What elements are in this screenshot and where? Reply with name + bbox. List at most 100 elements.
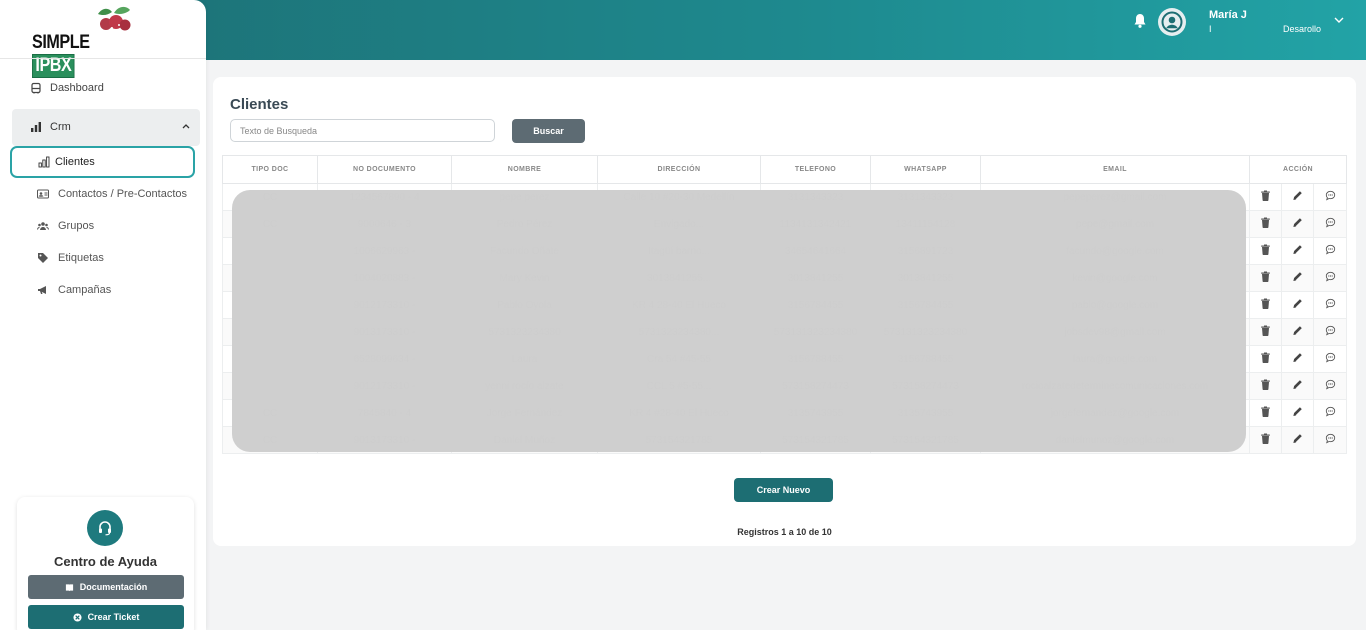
pencil-icon[interactable] [1292,326,1303,339]
pencil-action[interactable] [1281,345,1314,373]
help-icon-circle [87,510,123,546]
pencil-icon[interactable] [1292,272,1303,285]
pencil-action[interactable] [1281,264,1314,292]
documentation-button[interactable]: Documentación [28,575,184,599]
page-title: Clientes [230,96,289,113]
trash-icon[interactable] [1260,190,1271,204]
trash-action[interactable] [1249,264,1282,292]
chat-icon[interactable] [1325,379,1336,393]
chat-icon[interactable] [1325,190,1336,204]
ticket-cross-icon [73,612,82,622]
help-title: Centro de Ayuda [53,554,158,569]
chat-action[interactable] [1312,318,1348,346]
column-header[interactable]: DIRECCIÓN [597,155,761,184]
pencil-action[interactable] [1281,426,1314,454]
chat-icon[interactable] [1325,271,1336,285]
headset-icon [99,521,111,536]
chat-action[interactable] [1312,291,1348,319]
pencil-icon[interactable] [1292,191,1303,204]
trash-action[interactable] [1249,318,1282,346]
trash-icon[interactable] [1260,217,1271,231]
chat-icon[interactable] [1325,406,1336,420]
search-button[interactable]: Buscar [512,119,585,143]
column-header[interactable]: EMAIL [980,155,1250,184]
chat-action[interactable] [1312,345,1348,373]
pencil-icon[interactable] [1292,218,1303,231]
trash-icon[interactable] [1260,352,1271,366]
pencil-action[interactable] [1281,237,1314,265]
sidebar-item-dashboard[interactable]: Dashboard [30,82,104,94]
sidebar-item-etiquetas[interactable]: Etiquetas [37,252,104,264]
trash-action[interactable] [1249,237,1282,265]
chat-action[interactable] [1312,183,1348,211]
trash-icon[interactable] [1260,244,1271,258]
pencil-icon[interactable] [1292,380,1303,393]
chat-icon[interactable] [1325,433,1336,447]
create-new-button[interactable]: Crear Nuevo [734,478,833,502]
sidebar-item-campanas[interactable]: Campañas [37,284,111,296]
user-avatar-icon [1161,11,1183,33]
chat-icon[interactable] [1325,217,1336,231]
pencil-icon[interactable] [1292,245,1303,258]
column-header[interactable]: TIPO DOC [222,155,318,184]
column-header[interactable]: TELEFONO [760,155,871,184]
pencil-action[interactable] [1281,318,1314,346]
trash-action[interactable] [1249,210,1282,238]
user-role: Desarollo [1283,24,1322,34]
pencil-icon[interactable] [1292,434,1303,447]
column-header[interactable]: NO DOCUMENTO [317,155,452,184]
trash-action[interactable] [1249,399,1282,427]
chat-action[interactable] [1312,264,1348,292]
chat-icon[interactable] [1325,352,1336,366]
pencil-action[interactable] [1281,183,1314,211]
trash-action[interactable] [1249,372,1282,400]
sidebar-item-grupos[interactable]: Grupos [37,220,94,232]
sidebar-group-crm[interactable]: Crm [12,109,200,146]
trash-icon[interactable] [1260,325,1271,339]
chat-action[interactable] [1312,237,1348,265]
bell-icon[interactable] [1133,13,1147,29]
megaphone-icon [38,286,46,294]
chat-icon[interactable] [1325,244,1336,258]
column-header[interactable]: NOMBRE [451,155,598,184]
pencil-icon[interactable] [1292,407,1303,420]
redaction-overlay [232,190,1246,452]
trash-icon[interactable] [1260,406,1271,420]
column-header[interactable]: WHATSAPP [870,155,981,184]
chat-icon[interactable] [1325,325,1336,339]
chevron-up-icon[interactable] [182,123,190,129]
chat-action[interactable] [1312,372,1348,400]
pencil-action[interactable] [1281,291,1314,319]
sidebar-item-contactos[interactable]: Contactos / Pre-Contactos [37,188,187,200]
trash-action[interactable] [1249,183,1282,211]
chevron-down-icon[interactable] [1333,15,1345,25]
logo[interactable]: SIMPLEIPBX [28,4,148,78]
logo-text: SIMPLEIPBX [32,32,131,78]
sidebar-item-clientes[interactable]: Clientes [10,146,195,178]
search-input[interactable] [230,119,495,142]
trash-action[interactable] [1249,345,1282,373]
trash-icon[interactable] [1260,433,1271,447]
pencil-icon[interactable] [1292,353,1303,366]
chat-icon[interactable] [1325,298,1336,312]
logo-word: SIMPLE [32,32,90,53]
trash-icon[interactable] [1260,271,1271,285]
chat-action[interactable] [1312,426,1348,454]
pencil-action[interactable] [1281,210,1314,238]
chat-action[interactable] [1312,210,1348,238]
pencil-icon[interactable] [1292,299,1303,312]
create-ticket-button[interactable]: Crear Ticket [28,605,184,629]
trash-action[interactable] [1249,426,1282,454]
user-avatar[interactable] [1158,8,1186,36]
trash-icon[interactable] [1260,379,1271,393]
sidebar-item-label: Dashboard [50,82,104,94]
chat-action[interactable] [1312,399,1348,427]
user-name[interactable]: María J [1209,9,1247,21]
pencil-action[interactable] [1281,372,1314,400]
documentation-label: Documentación [79,582,148,592]
trash-action[interactable] [1249,291,1282,319]
trash-icon[interactable] [1260,298,1271,312]
chart-bars-icon [31,122,41,132]
pencil-action[interactable] [1281,399,1314,427]
crm-label: Crm [30,121,71,133]
